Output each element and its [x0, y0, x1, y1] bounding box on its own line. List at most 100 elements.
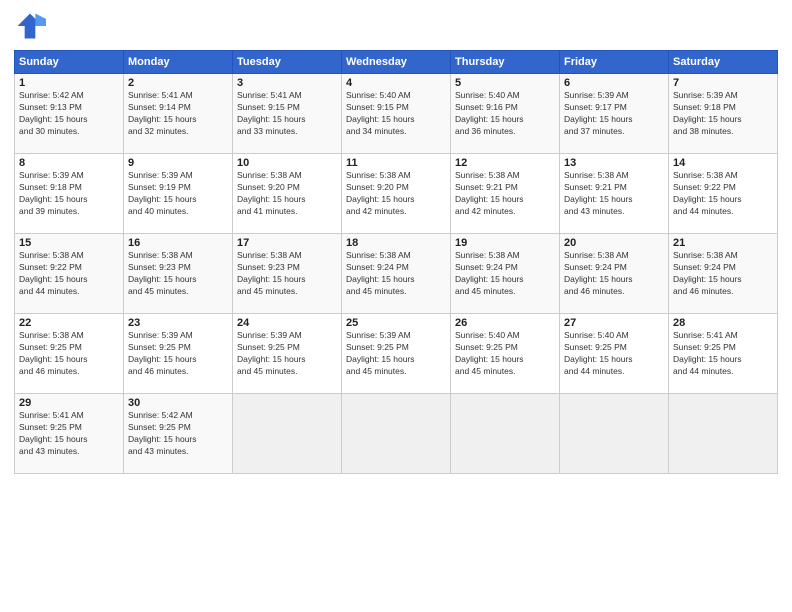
day-number: 29 [19, 397, 119, 409]
day-info: Sunrise: 5:38 AM Sunset: 9:24 PM Dayligh… [564, 250, 664, 298]
day-number: 9 [128, 157, 228, 169]
calendar-day-cell: 9Sunrise: 5:39 AM Sunset: 9:19 PM Daylig… [124, 154, 233, 234]
calendar-day-cell: 8Sunrise: 5:39 AM Sunset: 9:18 PM Daylig… [15, 154, 124, 234]
calendar-day-cell: 1Sunrise: 5:42 AM Sunset: 9:13 PM Daylig… [15, 74, 124, 154]
day-number: 13 [564, 157, 664, 169]
day-info: Sunrise: 5:38 AM Sunset: 9:23 PM Dayligh… [128, 250, 228, 298]
day-info: Sunrise: 5:39 AM Sunset: 9:19 PM Dayligh… [128, 170, 228, 218]
calendar-header-row: SundayMondayTuesdayWednesdayThursdayFrid… [15, 51, 778, 74]
day-info: Sunrise: 5:40 AM Sunset: 9:16 PM Dayligh… [455, 90, 555, 138]
calendar-week-row: 8Sunrise: 5:39 AM Sunset: 9:18 PM Daylig… [15, 154, 778, 234]
calendar-day-cell: 5Sunrise: 5:40 AM Sunset: 9:16 PM Daylig… [451, 74, 560, 154]
day-number: 14 [673, 157, 773, 169]
day-info: Sunrise: 5:38 AM Sunset: 9:21 PM Dayligh… [564, 170, 664, 218]
day-info: Sunrise: 5:42 AM Sunset: 9:13 PM Dayligh… [19, 90, 119, 138]
calendar-day-cell: 17Sunrise: 5:38 AM Sunset: 9:23 PM Dayli… [233, 234, 342, 314]
day-info: Sunrise: 5:38 AM Sunset: 9:24 PM Dayligh… [455, 250, 555, 298]
day-info: Sunrise: 5:38 AM Sunset: 9:24 PM Dayligh… [346, 250, 446, 298]
day-number: 17 [237, 237, 337, 249]
day-info: Sunrise: 5:39 AM Sunset: 9:17 PM Dayligh… [564, 90, 664, 138]
day-number: 12 [455, 157, 555, 169]
day-info: Sunrise: 5:38 AM Sunset: 9:20 PM Dayligh… [237, 170, 337, 218]
calendar-day-cell: 3Sunrise: 5:41 AM Sunset: 9:15 PM Daylig… [233, 74, 342, 154]
calendar-day-cell: 28Sunrise: 5:41 AM Sunset: 9:25 PM Dayli… [669, 314, 778, 394]
day-number: 15 [19, 237, 119, 249]
day-number: 28 [673, 317, 773, 329]
day-number: 5 [455, 77, 555, 89]
calendar-day-cell: 14Sunrise: 5:38 AM Sunset: 9:22 PM Dayli… [669, 154, 778, 234]
day-number: 30 [128, 397, 228, 409]
calendar-day-cell [451, 394, 560, 474]
day-number: 25 [346, 317, 446, 329]
day-info: Sunrise: 5:38 AM Sunset: 9:21 PM Dayligh… [455, 170, 555, 218]
day-info: Sunrise: 5:39 AM Sunset: 9:25 PM Dayligh… [237, 330, 337, 378]
day-number: 6 [564, 77, 664, 89]
calendar-day-cell: 6Sunrise: 5:39 AM Sunset: 9:17 PM Daylig… [560, 74, 669, 154]
day-info: Sunrise: 5:41 AM Sunset: 9:25 PM Dayligh… [673, 330, 773, 378]
weekday-header: Sunday [15, 51, 124, 74]
calendar-day-cell: 19Sunrise: 5:38 AM Sunset: 9:24 PM Dayli… [451, 234, 560, 314]
calendar-day-cell [233, 394, 342, 474]
day-info: Sunrise: 5:40 AM Sunset: 9:25 PM Dayligh… [564, 330, 664, 378]
day-number: 21 [673, 237, 773, 249]
calendar-day-cell: 20Sunrise: 5:38 AM Sunset: 9:24 PM Dayli… [560, 234, 669, 314]
day-number: 1 [19, 77, 119, 89]
weekday-header: Thursday [451, 51, 560, 74]
day-info: Sunrise: 5:39 AM Sunset: 9:18 PM Dayligh… [19, 170, 119, 218]
calendar-week-row: 15Sunrise: 5:38 AM Sunset: 9:22 PM Dayli… [15, 234, 778, 314]
calendar-day-cell: 15Sunrise: 5:38 AM Sunset: 9:22 PM Dayli… [15, 234, 124, 314]
calendar-day-cell: 30Sunrise: 5:42 AM Sunset: 9:25 PM Dayli… [124, 394, 233, 474]
calendar-day-cell: 10Sunrise: 5:38 AM Sunset: 9:20 PM Dayli… [233, 154, 342, 234]
day-info: Sunrise: 5:38 AM Sunset: 9:25 PM Dayligh… [19, 330, 119, 378]
day-number: 8 [19, 157, 119, 169]
day-number: 22 [19, 317, 119, 329]
day-info: Sunrise: 5:39 AM Sunset: 9:25 PM Dayligh… [128, 330, 228, 378]
day-number: 11 [346, 157, 446, 169]
day-number: 10 [237, 157, 337, 169]
logo [14, 10, 50, 42]
calendar-day-cell: 29Sunrise: 5:41 AM Sunset: 9:25 PM Dayli… [15, 394, 124, 474]
day-info: Sunrise: 5:39 AM Sunset: 9:25 PM Dayligh… [346, 330, 446, 378]
day-info: Sunrise: 5:42 AM Sunset: 9:25 PM Dayligh… [128, 410, 228, 458]
calendar-day-cell: 23Sunrise: 5:39 AM Sunset: 9:25 PM Dayli… [124, 314, 233, 394]
day-info: Sunrise: 5:39 AM Sunset: 9:18 PM Dayligh… [673, 90, 773, 138]
calendar-day-cell: 25Sunrise: 5:39 AM Sunset: 9:25 PM Dayli… [342, 314, 451, 394]
day-number: 16 [128, 237, 228, 249]
day-info: Sunrise: 5:41 AM Sunset: 9:14 PM Dayligh… [128, 90, 228, 138]
day-number: 7 [673, 77, 773, 89]
calendar-week-row: 22Sunrise: 5:38 AM Sunset: 9:25 PM Dayli… [15, 314, 778, 394]
day-number: 27 [564, 317, 664, 329]
calendar-week-row: 1Sunrise: 5:42 AM Sunset: 9:13 PM Daylig… [15, 74, 778, 154]
day-number: 24 [237, 317, 337, 329]
calendar-day-cell: 16Sunrise: 5:38 AM Sunset: 9:23 PM Dayli… [124, 234, 233, 314]
day-info: Sunrise: 5:41 AM Sunset: 9:25 PM Dayligh… [19, 410, 119, 458]
day-info: Sunrise: 5:38 AM Sunset: 9:22 PM Dayligh… [19, 250, 119, 298]
calendar-day-cell: 26Sunrise: 5:40 AM Sunset: 9:25 PM Dayli… [451, 314, 560, 394]
weekday-header: Monday [124, 51, 233, 74]
weekday-header: Friday [560, 51, 669, 74]
day-number: 2 [128, 77, 228, 89]
calendar-day-cell: 4Sunrise: 5:40 AM Sunset: 9:15 PM Daylig… [342, 74, 451, 154]
day-number: 19 [455, 237, 555, 249]
calendar-day-cell [669, 394, 778, 474]
calendar-day-cell: 13Sunrise: 5:38 AM Sunset: 9:21 PM Dayli… [560, 154, 669, 234]
day-number: 4 [346, 77, 446, 89]
calendar-day-cell: 21Sunrise: 5:38 AM Sunset: 9:24 PM Dayli… [669, 234, 778, 314]
calendar-day-cell: 18Sunrise: 5:38 AM Sunset: 9:24 PM Dayli… [342, 234, 451, 314]
day-number: 3 [237, 77, 337, 89]
calendar-day-cell: 24Sunrise: 5:39 AM Sunset: 9:25 PM Dayli… [233, 314, 342, 394]
weekday-header: Wednesday [342, 51, 451, 74]
day-info: Sunrise: 5:38 AM Sunset: 9:20 PM Dayligh… [346, 170, 446, 218]
calendar-day-cell: 11Sunrise: 5:38 AM Sunset: 9:20 PM Dayli… [342, 154, 451, 234]
day-info: Sunrise: 5:38 AM Sunset: 9:23 PM Dayligh… [237, 250, 337, 298]
day-info: Sunrise: 5:40 AM Sunset: 9:25 PM Dayligh… [455, 330, 555, 378]
day-number: 23 [128, 317, 228, 329]
calendar-day-cell: 12Sunrise: 5:38 AM Sunset: 9:21 PM Dayli… [451, 154, 560, 234]
calendar-day-cell [342, 394, 451, 474]
weekday-header: Tuesday [233, 51, 342, 74]
day-number: 26 [455, 317, 555, 329]
calendar-table: SundayMondayTuesdayWednesdayThursdayFrid… [14, 50, 778, 474]
calendar-day-cell: 27Sunrise: 5:40 AM Sunset: 9:25 PM Dayli… [560, 314, 669, 394]
weekday-header: Saturday [669, 51, 778, 74]
page: SundayMondayTuesdayWednesdayThursdayFrid… [0, 0, 792, 612]
